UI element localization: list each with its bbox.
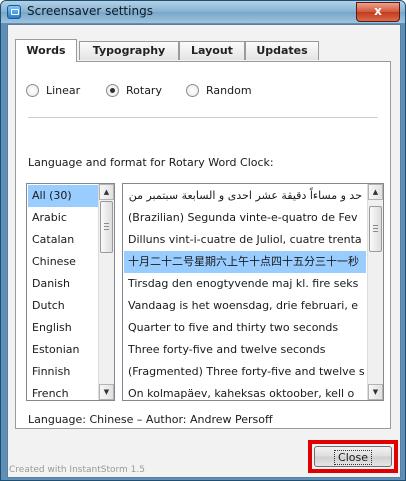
list-item-language[interactable]: Chinese (28, 251, 98, 273)
list-item-language[interactable]: All (30) (28, 185, 98, 207)
scrollbar-thumb[interactable] (369, 206, 382, 252)
scroll-down-arrow-icon[interactable]: ▼ (99, 384, 114, 400)
phrase-list[interactable]: حد و مساءاً دقيقة عشر احدى و السابعة سبت… (122, 183, 384, 401)
list-item-phrase[interactable]: Three forty-five and twelve seconds (124, 339, 366, 361)
created-with-text: Created with InstantStorm 1.5 (9, 465, 145, 475)
tab-typography[interactable]: Typography (79, 41, 179, 60)
phrase-list-scrollbar[interactable]: ▲ ▼ (367, 184, 383, 400)
dialog-body: Words Typography Layout Updates Linear R… (7, 24, 401, 478)
list-item-phrase[interactable]: حد و مساءاً دقيقة عشر احدى و السابعة سبت… (124, 185, 366, 207)
list-item-language[interactable]: Dutch (28, 295, 98, 317)
radio-rotary-label: Rotary (126, 84, 162, 97)
scroll-up-arrow-icon[interactable]: ▲ (99, 184, 114, 200)
radio-random-label: Random (206, 84, 252, 97)
language-author-credit: Language: Chinese – Author: Andrew Perso… (28, 413, 273, 426)
app-icon (7, 5, 21, 19)
window-title: Screensaver settings (27, 4, 153, 18)
words-panel: Linear Rotary Random Language and format… (15, 61, 391, 429)
scroll-up-arrow-icon[interactable]: ▲ (368, 184, 383, 200)
list-item-language[interactable]: Finnish (28, 361, 98, 383)
list-item-phrase[interactable]: Dilluns vint-i-cuatre de Juliol, cuatre … (124, 229, 366, 251)
list-item-phrase[interactable]: (Fragmented) Three forty-five and twelve… (124, 361, 366, 383)
radio-rotary-indicator[interactable] (106, 84, 119, 97)
list-item-phrase[interactable]: (Brazilian) Segunda vinte-e-quatro de Fe… (124, 207, 366, 229)
list-item-phrase[interactable]: 十月二十二号星期六上午十点四十五分三十一秒 (124, 251, 366, 273)
radio-random-indicator[interactable] (186, 84, 199, 97)
language-caption: Language and format for Rotary Word Cloc… (28, 156, 274, 169)
list-item-language[interactable]: Danish (28, 273, 98, 295)
tab-words[interactable]: Words (15, 39, 77, 62)
scroll-down-arrow-icon[interactable]: ▼ (368, 384, 383, 400)
list-item-phrase[interactable]: Vandaag is het woensdag, drie februari, … (124, 295, 366, 317)
close-button-highlight: Close (308, 440, 398, 473)
tab-layout[interactable]: Layout (179, 41, 245, 60)
list-item-language[interactable]: Catalan (28, 229, 98, 251)
list-item-language[interactable]: English (28, 317, 98, 339)
mode-radio-group: Linear Rotary Random (26, 82, 376, 100)
radio-linear-indicator[interactable] (26, 84, 39, 97)
language-list-scrollbar[interactable]: ▲ ▼ (98, 184, 114, 400)
settings-window: Screensaver settings x Words Typography … (0, 0, 406, 481)
window-close-button[interactable]: x (356, 2, 400, 22)
close-button[interactable]: Close (314, 446, 392, 467)
list-item-language[interactable]: Estonian (28, 339, 98, 361)
list-item-language[interactable]: French (28, 383, 98, 400)
radio-linear-label: Linear (46, 84, 81, 97)
tab-updates[interactable]: Updates (245, 41, 319, 60)
title-bar: Screensaver settings x (1, 1, 405, 23)
close-button-label: Close (334, 450, 372, 465)
list-item-phrase[interactable]: Tirsdag den enogtyvende maj kl. fire sek… (124, 273, 366, 295)
scrollbar-thumb[interactable] (100, 201, 113, 253)
list-item-language[interactable]: Arabic (28, 207, 98, 229)
list-item-phrase[interactable]: Quarter to five and thirty two seconds (124, 317, 366, 339)
divider (28, 117, 378, 118)
list-item-phrase[interactable]: On kolmapäev, kaheksas oktoober, kell o (124, 383, 366, 400)
language-list[interactable]: All (30) Arabic Catalan Chinese Danish D… (26, 183, 115, 401)
